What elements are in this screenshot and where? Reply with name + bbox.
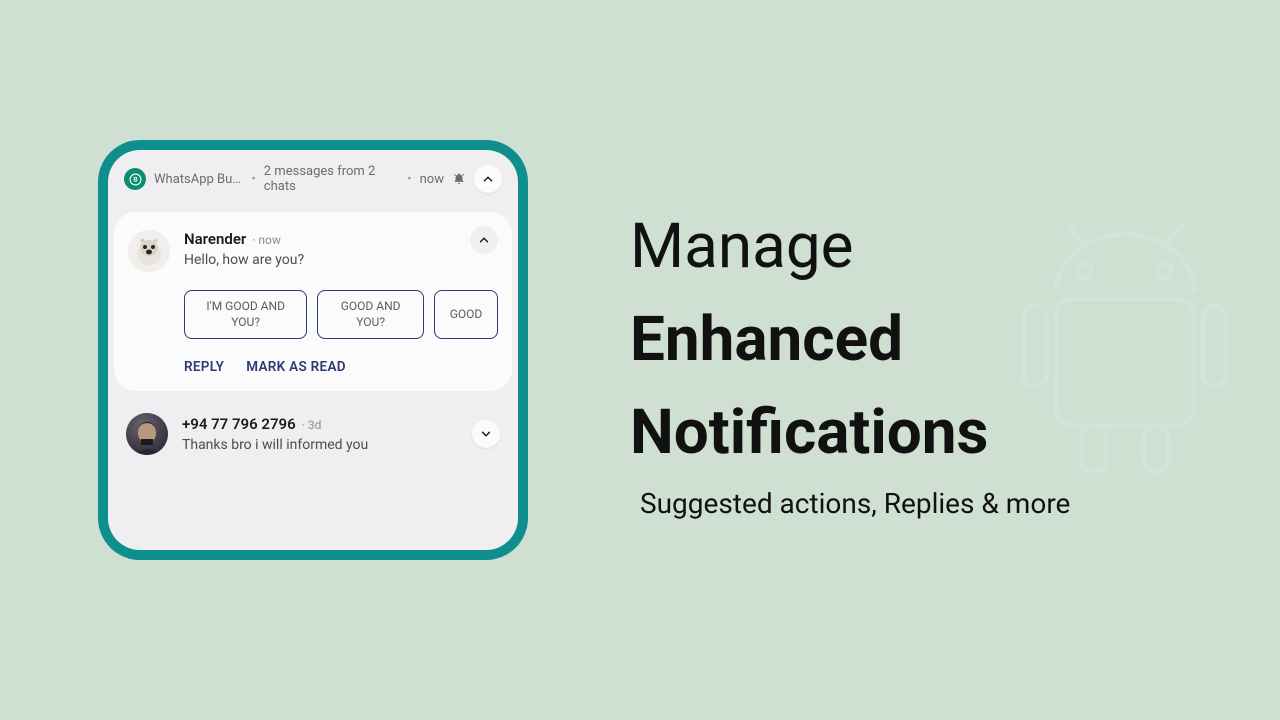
separator-dot: • (407, 172, 411, 187)
sender-name: +94 77 796 2796 (182, 415, 296, 433)
suggested-reply-chip[interactable]: I'M GOOD AND YOU? (184, 290, 307, 339)
reply-button[interactable]: REPLY (184, 359, 224, 375)
suggested-reply-chip[interactable]: GOOD AND YOU? (317, 290, 424, 339)
mark-as-read-button[interactable]: MARK AS READ (246, 359, 346, 375)
notification-time: now (420, 172, 444, 187)
whatsapp-business-icon: B (124, 168, 146, 190)
collapse-button[interactable] (474, 165, 502, 193)
chevron-down-icon (479, 427, 493, 441)
notification-header[interactable]: B WhatsApp Busi… • 2 messages from 2 cha… (108, 150, 518, 206)
avatar (126, 413, 168, 455)
app-name: WhatsApp Busi… (154, 172, 243, 187)
message-thread-1[interactable]: Narender now Hello, how are you? I'M GOO… (114, 212, 512, 391)
separator-dot: • (251, 172, 255, 187)
headline-line3: Notifications (630, 396, 988, 469)
sender-time: now (252, 233, 281, 247)
headline-block: Manage Enhanced Notifications Suggested … (630, 200, 1190, 520)
headline-line1: Manage (630, 210, 854, 283)
message-thread-2[interactable]: +94 77 796 2796 3d Thanks bro i will inf… (108, 397, 518, 471)
headline-line2: Enhanced (630, 303, 903, 376)
chevron-up-icon (481, 172, 495, 186)
message-text: Thanks bro i will informed you (182, 437, 458, 453)
notification-actions: REPLY MARK AS READ (184, 359, 498, 375)
suggested-reply-chip[interactable]: GOOD (434, 290, 498, 339)
chevron-up-icon (477, 233, 491, 247)
sender-time: 3d (302, 418, 322, 432)
svg-text:B: B (133, 177, 138, 183)
bell-icon (452, 172, 466, 186)
message-text: Hello, how are you? (184, 252, 498, 268)
sender-name: Narender (184, 230, 246, 248)
avatar (128, 230, 170, 272)
notification-panel: B WhatsApp Busi… • 2 messages from 2 cha… (108, 150, 518, 550)
notification-card-frame: B WhatsApp Busi… • 2 messages from 2 cha… (98, 140, 528, 560)
expand-thread-button[interactable] (472, 420, 500, 448)
notification-summary: 2 messages from 2 chats (264, 164, 399, 194)
suggested-replies: I'M GOOD AND YOU? GOOD AND YOU? GOOD (184, 290, 498, 339)
collapse-thread-button[interactable] (470, 226, 498, 254)
headline-subtitle: Suggested actions, Replies & more (640, 487, 1190, 520)
headline-title: Manage Enhanced Notifications (630, 200, 1190, 479)
